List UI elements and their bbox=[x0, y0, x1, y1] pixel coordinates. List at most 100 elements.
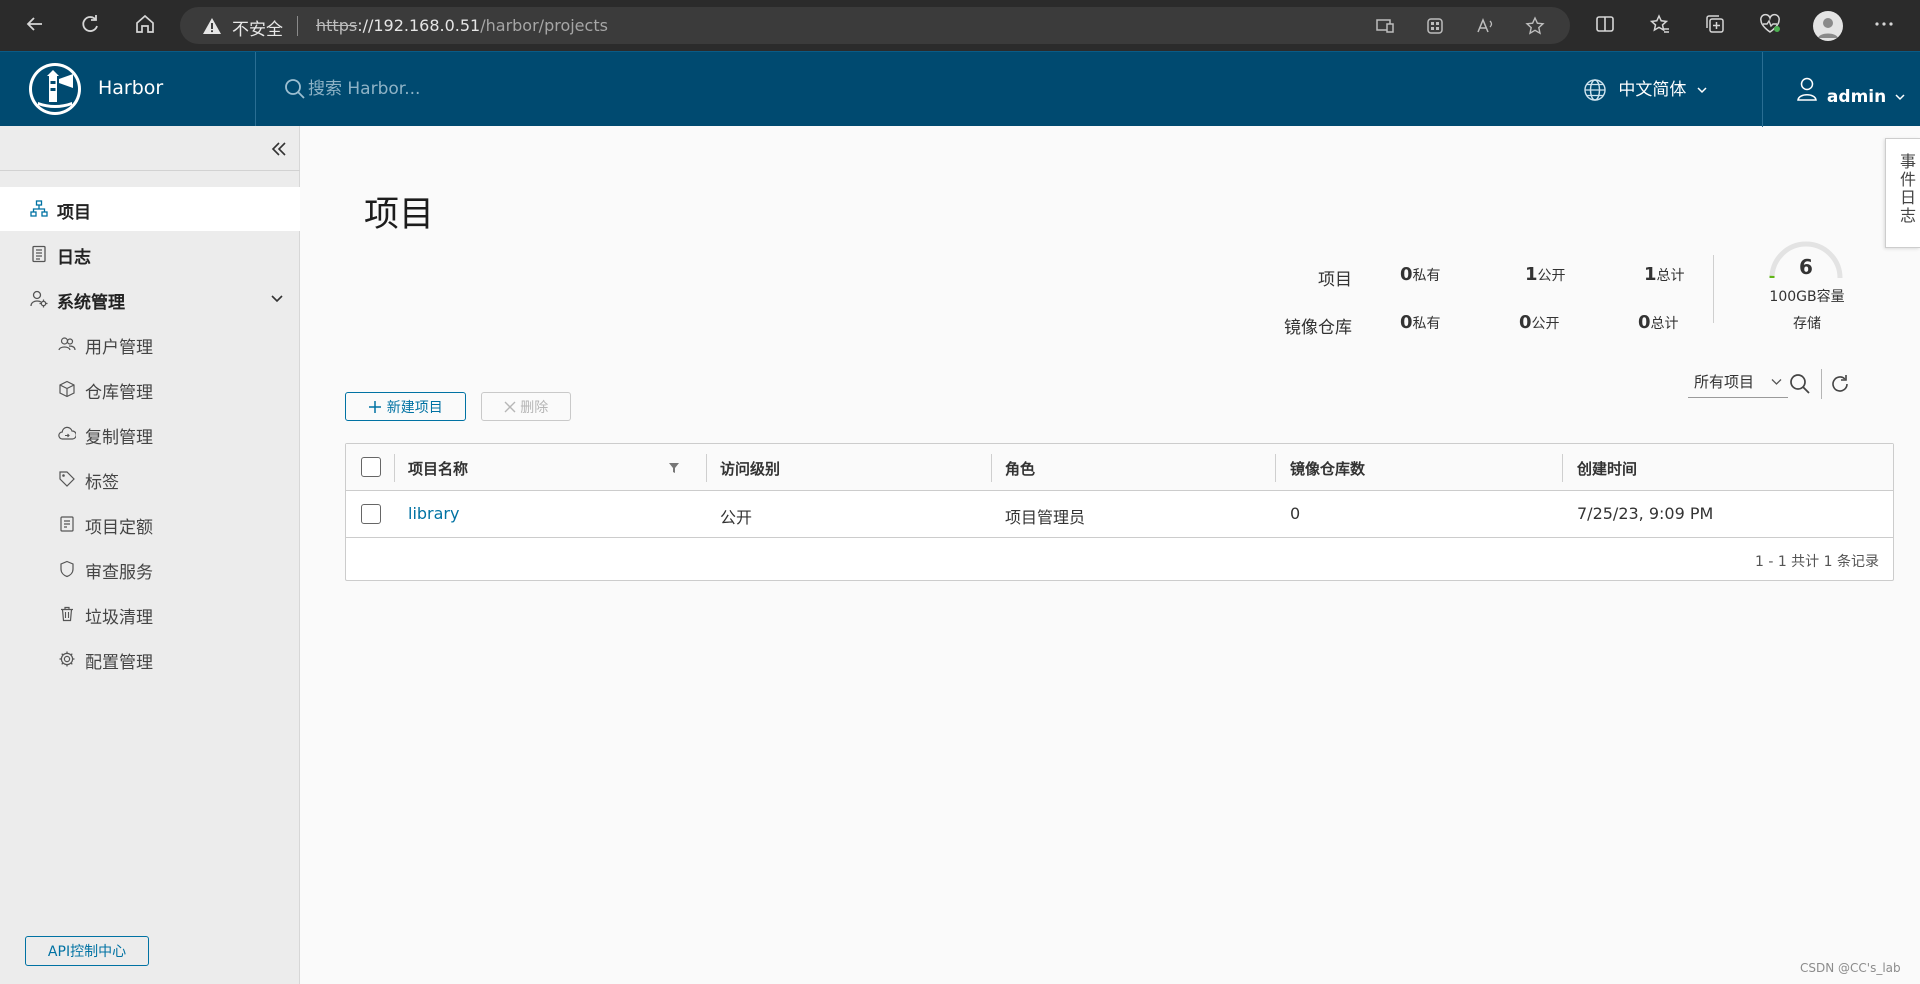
chevron-down-icon bbox=[1895, 94, 1905, 101]
sidebar-item-registries[interactable]: 仓库管理 bbox=[0, 367, 300, 411]
sidebar-item-label: 审查服务 bbox=[85, 563, 153, 583]
column-separator bbox=[1562, 454, 1563, 482]
favorites-icon[interactable] bbox=[1647, 13, 1673, 39]
trash-icon bbox=[61, 606, 73, 622]
stat-projects-private: 0私有 bbox=[1400, 264, 1441, 285]
chevron-down-icon[interactable] bbox=[270, 293, 284, 305]
new-project-button[interactable]: 新建项目 bbox=[345, 392, 466, 421]
home-icon[interactable] bbox=[132, 13, 158, 39]
column-separator bbox=[991, 454, 992, 482]
back-icon[interactable] bbox=[22, 13, 48, 39]
more-menu-icon[interactable] bbox=[1871, 13, 1897, 39]
url-scheme: https bbox=[316, 16, 358, 35]
sidebar-item-quotas[interactable]: 项目定额 bbox=[0, 502, 300, 546]
stat-unit: 公开 bbox=[1537, 268, 1566, 284]
column-header-created[interactable]: 创建时间 bbox=[1577, 458, 1637, 479]
security-status: 不安全 bbox=[232, 20, 283, 40]
sidebar-item-replications[interactable]: 复制管理 bbox=[0, 412, 300, 456]
collections-icon[interactable] bbox=[1702, 13, 1728, 39]
shield-icon bbox=[60, 560, 74, 578]
stat-projects-public: 1公开 bbox=[1525, 264, 1566, 285]
language-selector[interactable]: 中文简体 bbox=[1583, 76, 1708, 104]
stat-number: 1 bbox=[1644, 264, 1657, 285]
delete-label: 删除 bbox=[520, 399, 549, 416]
storage-quota-label: 存储 bbox=[1793, 316, 1821, 332]
globe-icon bbox=[1584, 79, 1606, 101]
project-filter-select[interactable]: 所有项目 bbox=[1688, 368, 1788, 398]
username-label: admin bbox=[1826, 87, 1887, 107]
column-header-access[interactable]: 访问级别 bbox=[720, 458, 780, 479]
stats-repos-label: 镜像仓库 bbox=[1284, 318, 1352, 338]
api-explorer-button[interactable]: API控制中心 bbox=[25, 936, 149, 966]
sidebar-item-label: 用户管理 bbox=[85, 338, 153, 358]
watermark: CSDN @CC's_lab bbox=[1800, 961, 1901, 975]
event-log-label: 事件日志 bbox=[1897, 153, 1916, 225]
row-checkbox[interactable] bbox=[361, 504, 381, 524]
user-menu[interactable]: admin bbox=[1795, 76, 1906, 107]
project-repo-count: 0 bbox=[1290, 504, 1301, 523]
select-all-checkbox[interactable] bbox=[361, 457, 381, 477]
project-filter-value: 所有项目 bbox=[1694, 373, 1755, 391]
sidebar-item-projects[interactable]: 项目 bbox=[0, 187, 300, 231]
sidebar-item-logs[interactable]: 日志 bbox=[0, 232, 300, 276]
stats-divider bbox=[1713, 255, 1714, 323]
collapse-sidebar-icon[interactable] bbox=[270, 140, 288, 158]
reload-icon[interactable] bbox=[77, 13, 103, 39]
app-available-icon[interactable] bbox=[1375, 16, 1395, 36]
header-divider bbox=[255, 52, 256, 127]
warning-icon bbox=[203, 18, 221, 34]
chevron-down-icon bbox=[1697, 87, 1707, 94]
sidebar-item-label: 日志 bbox=[57, 248, 91, 268]
stat-projects-total: 1总计 bbox=[1644, 264, 1685, 285]
sidebar-item-labels[interactable]: 标签 bbox=[0, 457, 300, 501]
sidebar-item-admin[interactable]: 系统管理 bbox=[0, 277, 300, 321]
page-title: 项目 bbox=[364, 195, 435, 235]
url-text[interactable]: https://192.168.0.51/harbor/projects bbox=[316, 16, 608, 35]
sidebar-item-interrogation[interactable]: 审查服务 bbox=[0, 547, 300, 591]
registry-icon bbox=[59, 380, 75, 398]
header-divider-right bbox=[1762, 52, 1763, 127]
delete-button[interactable]: 删除 bbox=[481, 392, 571, 421]
event-log-tab[interactable]: 事件日志 bbox=[1885, 138, 1920, 248]
project-name-link[interactable]: library bbox=[408, 504, 459, 523]
replication-icon bbox=[58, 426, 76, 440]
browser-essentials-icon[interactable] bbox=[1757, 13, 1783, 39]
sidebar-collapse-bar bbox=[0, 126, 300, 171]
favorite-star-icon[interactable] bbox=[1525, 16, 1545, 36]
column-header-role[interactable]: 角色 bbox=[1005, 458, 1035, 479]
quota-icon bbox=[60, 516, 74, 532]
url-path: /harbor/projects bbox=[480, 16, 608, 35]
storage-quota-capacity: 100GB容量 bbox=[1769, 289, 1845, 305]
sidebar-item-users[interactable]: 用户管理 bbox=[0, 322, 300, 366]
column-separator bbox=[1275, 454, 1276, 482]
user-icon bbox=[1797, 77, 1817, 101]
stat-unit: 总计 bbox=[1656, 268, 1685, 284]
sidebar-item-label: 项目定额 bbox=[85, 518, 153, 538]
refresh-icon[interactable] bbox=[1829, 373, 1851, 395]
global-search-input[interactable] bbox=[308, 76, 568, 102]
sidebar-item-config[interactable]: 配置管理 bbox=[0, 637, 300, 681]
column-header-repo-count[interactable]: 镜像仓库数 bbox=[1290, 458, 1365, 479]
sidebar-item-label: 复制管理 bbox=[85, 428, 153, 448]
column-header-name[interactable]: 项目名称 bbox=[408, 458, 468, 479]
sidebar-item-label: 系统管理 bbox=[57, 293, 125, 313]
record-count: 1 - 1 共计 1 条记录 bbox=[1754, 554, 1879, 570]
filter-icon[interactable] bbox=[668, 462, 680, 474]
read-aloud-icon[interactable] bbox=[1475, 16, 1495, 36]
address-bar[interactable]: 不安全 https://192.168.0.51/harbor/projects bbox=[180, 7, 1570, 44]
table-row[interactable]: library 公开 项目管理员 0 7/25/23, 9:09 PM bbox=[346, 491, 1893, 538]
browser-profile-avatar[interactable] bbox=[1813, 11, 1843, 41]
sidebar-item-label: 标签 bbox=[85, 473, 119, 493]
split-screen-icon[interactable] bbox=[1592, 13, 1618, 39]
sidebar-item-label: 仓库管理 bbox=[85, 383, 153, 403]
chevron-down-icon bbox=[1771, 379, 1782, 385]
project-access-level: 公开 bbox=[720, 508, 753, 527]
table-search-icon[interactable] bbox=[1789, 373, 1811, 395]
stat-number: 0 bbox=[1400, 312, 1413, 333]
harbor-logo[interactable] bbox=[29, 63, 81, 115]
extensions-icon[interactable] bbox=[1425, 16, 1445, 36]
sidebar-item-gc[interactable]: 垃圾清理 bbox=[0, 592, 300, 636]
url-host: ://192.168.0.51 bbox=[357, 16, 481, 35]
stat-number: 1 bbox=[1525, 264, 1538, 285]
users-icon bbox=[58, 337, 76, 351]
